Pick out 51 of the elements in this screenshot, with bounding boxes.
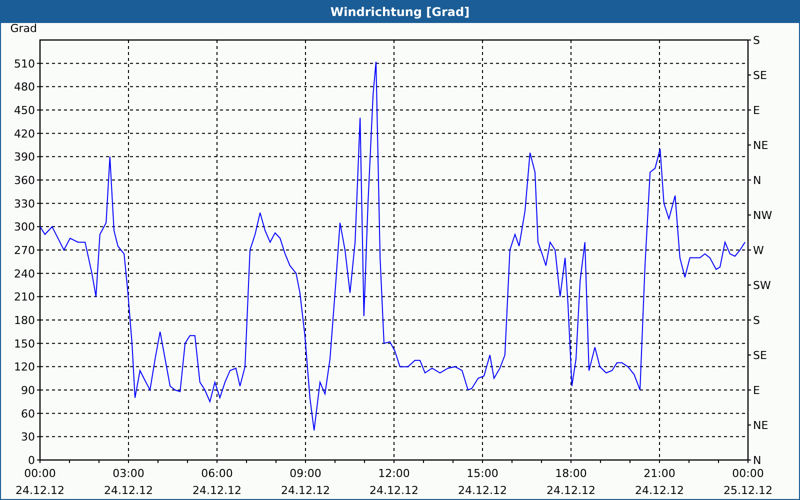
y-tick-label: 330	[14, 197, 35, 210]
direction-label: N	[753, 454, 762, 467]
y-tick-label: 360	[14, 174, 35, 187]
x-tick-label: 18:00	[555, 467, 587, 480]
y-tick-label: 150	[14, 337, 35, 350]
y-tick-label: 60	[21, 407, 35, 420]
direction-label: S	[753, 314, 760, 327]
x-tick-label: 09:00	[290, 467, 322, 480]
direction-label: NW	[753, 209, 772, 222]
y-tick-label: 510	[14, 57, 35, 70]
window-title: Windrichtung [Grad]	[330, 4, 470, 21]
x-date-label: 24.12.12	[546, 484, 596, 497]
direction-label: SE	[753, 349, 767, 362]
x-date-label: 24.12.12	[104, 484, 153, 497]
direction-label: NE	[753, 419, 768, 432]
y-tick-label: 390	[14, 150, 35, 164]
y-tick-label: 300	[14, 220, 35, 234]
x-tick-label: 03:00	[112, 467, 144, 480]
y-tick-label: 420	[14, 127, 35, 140]
x-date-label: 24.12.12	[192, 484, 242, 497]
y-tick-label: 0	[28, 454, 35, 467]
direction-label: SE	[753, 69, 767, 82]
direction-label: E	[753, 104, 760, 117]
x-date-label: 24.12.12	[458, 484, 507, 497]
y-tick-label: 30	[21, 430, 35, 444]
x-tick-label: 12:00	[378, 467, 410, 480]
y-tick-label: 120	[14, 360, 35, 374]
x-tick-label: 21:00	[644, 467, 676, 480]
x-date-label: 24.12.12	[635, 484, 684, 497]
x-tick-label: 06:00	[201, 467, 233, 480]
y-tick-label: 210	[14, 290, 35, 304]
direction-label: W	[753, 244, 764, 257]
x-date-label: 24.12.12	[370, 484, 418, 497]
y-tick-label: 270	[14, 244, 35, 257]
direction-label: E	[753, 384, 760, 397]
y-tick-label: 90	[21, 384, 35, 397]
direction-label: NE	[753, 139, 768, 152]
direction-label: SW	[753, 279, 771, 292]
x-date-label: 24.12.12	[16, 484, 64, 497]
x-date-label: 24.12.12	[281, 484, 330, 497]
direction-label: S	[753, 34, 760, 47]
y-axis-label: Grad	[10, 23, 37, 35]
y-tick-label: 180	[14, 314, 35, 327]
x-date-label: 25.12.12	[724, 484, 772, 497]
x-tick-label: 00:00	[732, 467, 764, 480]
x-tick-label: 15:00	[466, 467, 498, 480]
y-tick-label: 480	[14, 80, 35, 94]
direction-label: N	[753, 174, 762, 187]
x-tick-label: 00:00	[24, 467, 56, 480]
y-tick-label: 240	[14, 267, 35, 280]
y-tick-label: 450	[14, 104, 35, 117]
